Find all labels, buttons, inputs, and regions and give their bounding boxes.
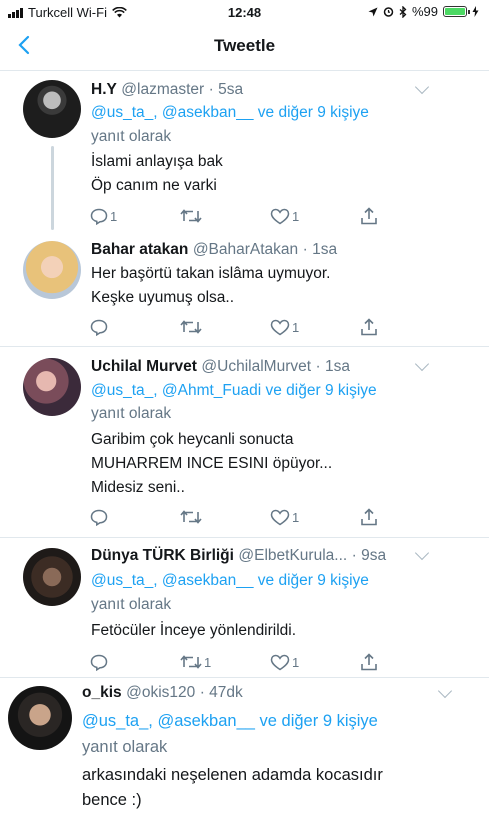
avatar[interactable] xyxy=(8,686,72,750)
heart-icon xyxy=(270,319,290,335)
like-count: 1 xyxy=(292,654,300,670)
retweet-button[interactable] xyxy=(180,208,270,224)
heart-icon xyxy=(270,509,290,525)
share-icon xyxy=(361,207,377,225)
tweet-header: Dünya TÜRK Birliği @ElbetKurula... · 9sa xyxy=(91,547,386,565)
location-icon xyxy=(368,7,378,16)
tweet-text: Fetöcüler İnceye yönlendirildi. xyxy=(91,622,297,639)
tweet-actions: 1 xyxy=(90,318,378,336)
chevron-down-icon[interactable] xyxy=(414,545,430,561)
reply-button[interactable] xyxy=(90,654,180,671)
reply-to-users[interactable]: @us_ta_, @asekban__ ve diğer 9 kişiye xyxy=(91,572,369,590)
retweet-icon xyxy=(180,209,202,223)
chevron-down-icon[interactable] xyxy=(414,79,430,95)
tweet-actions: 1 xyxy=(90,508,378,526)
chevron-down-icon[interactable] xyxy=(437,683,453,699)
tweet-time: · 1sa xyxy=(315,358,350,375)
avatar[interactable] xyxy=(23,358,81,416)
like-button[interactable]: 1 xyxy=(270,509,360,526)
heart-icon xyxy=(270,208,290,224)
reply-button[interactable]: 1 xyxy=(90,208,180,225)
display-name[interactable]: o_kis xyxy=(82,684,122,701)
charging-icon xyxy=(472,6,479,17)
retweet-button[interactable] xyxy=(180,509,270,525)
status-right: %99 xyxy=(368,4,479,19)
reply-button[interactable] xyxy=(90,319,180,336)
heart-icon xyxy=(270,654,290,670)
tweet-actions: 1 1 xyxy=(90,653,378,671)
divider xyxy=(0,346,489,347)
like-button[interactable]: 1 xyxy=(270,208,360,225)
reply-label: yanıt olarak xyxy=(91,596,172,613)
like-count: 1 xyxy=(292,319,300,335)
reply-label: yanıt olarak xyxy=(82,738,168,756)
tweet-time: · 5sa xyxy=(208,81,244,98)
tweet-actions: 1 1 xyxy=(90,207,378,225)
chevron-down-icon[interactable] xyxy=(414,356,430,372)
reply-icon xyxy=(90,654,108,671)
divider xyxy=(0,537,489,538)
like-button[interactable]: 1 xyxy=(270,319,360,336)
like-count: 1 xyxy=(292,208,300,224)
reply-to-users[interactable]: @us_ta_, @asekban__ ve diğer 9 kişiye xyxy=(82,712,378,731)
retweet-count: 1 xyxy=(204,654,212,670)
user-handle[interactable]: @UchilalMurvet xyxy=(201,358,311,375)
avatar[interactable] xyxy=(23,241,81,299)
display-name[interactable]: Bahar atakan xyxy=(91,241,188,258)
page-title: Tweetle xyxy=(213,36,276,55)
tweet-text: Her başörtü takan islâma uymuyor. Keşke … xyxy=(91,265,331,306)
share-button[interactable] xyxy=(360,653,378,671)
share-button[interactable] xyxy=(360,508,378,526)
tweet-header: o_kis @okis120 · 47dk xyxy=(82,684,243,702)
tweet-header: H.Y @lazmaster · 5sa xyxy=(91,81,243,99)
reply-icon xyxy=(90,208,108,225)
share-button[interactable] xyxy=(360,318,378,336)
user-handle[interactable]: @BaharAtakan xyxy=(193,241,298,258)
user-handle[interactable]: @ElbetKurula... xyxy=(238,547,347,564)
retweet-icon xyxy=(180,655,202,669)
share-icon xyxy=(361,653,377,671)
battery-icon xyxy=(443,6,470,17)
reply-to-users[interactable]: @us_ta_, @asekban__ ve diğer 9 kişiye xyxy=(91,104,369,122)
tweet-text: İslami anlayışa bak Öp canım ne varki xyxy=(91,153,223,194)
battery-percent: %99 xyxy=(411,4,438,19)
tweet-header: Uchilal Murvet @UchilalMurvet · 1sa xyxy=(91,358,350,376)
nav-bar: Tweetle xyxy=(0,24,489,71)
reply-count: 1 xyxy=(110,208,118,224)
reply-icon xyxy=(90,319,108,336)
retweet-icon xyxy=(180,510,202,524)
tweet-text: arkasındaki neşelenen adamda kocasıdır b… xyxy=(82,766,383,809)
tweet-time: · 1sa xyxy=(302,241,338,258)
retweet-button[interactable] xyxy=(180,319,270,335)
avatar[interactable] xyxy=(23,80,81,138)
avatar[interactable] xyxy=(23,548,81,606)
reply-to-users[interactable]: @us_ta_, @Ahmt_Fuadi ve diğer 9 kişiye xyxy=(91,382,377,400)
divider xyxy=(0,677,489,678)
reply-icon xyxy=(90,509,108,526)
user-handle[interactable]: @okis120 xyxy=(126,684,195,701)
share-icon xyxy=(361,318,377,336)
alarm-icon xyxy=(383,7,394,17)
reply-label: yanıt olarak xyxy=(91,128,172,145)
tweet-time: · 9sa xyxy=(351,547,387,564)
display-name[interactable]: Dünya TÜRK Birliği xyxy=(91,547,234,564)
display-name[interactable]: Uchilal Murvet xyxy=(91,358,197,375)
retweet-button[interactable]: 1 xyxy=(180,654,270,670)
status-bar: Turkcell Wi-Fi 12:48 %99 xyxy=(0,0,489,24)
user-handle[interactable]: @lazmaster xyxy=(121,81,204,98)
thread-line xyxy=(51,146,54,230)
tweet-text: Garibim çok heycanli sonucta MUHARREM IN… xyxy=(91,431,333,496)
retweet-icon xyxy=(180,320,202,334)
share-icon xyxy=(361,508,377,526)
tweet-header: Bahar atakan @BaharAtakan · 1sa xyxy=(91,241,337,259)
like-count: 1 xyxy=(292,509,300,525)
display-name[interactable]: H.Y xyxy=(91,81,117,98)
like-button[interactable]: 1 xyxy=(270,654,360,671)
reply-label: yanıt olarak xyxy=(91,405,172,422)
bluetooth-icon xyxy=(399,5,407,18)
tweet-time: · 47dk xyxy=(199,684,243,701)
reply-button[interactable] xyxy=(90,509,180,526)
share-button[interactable] xyxy=(360,207,378,225)
